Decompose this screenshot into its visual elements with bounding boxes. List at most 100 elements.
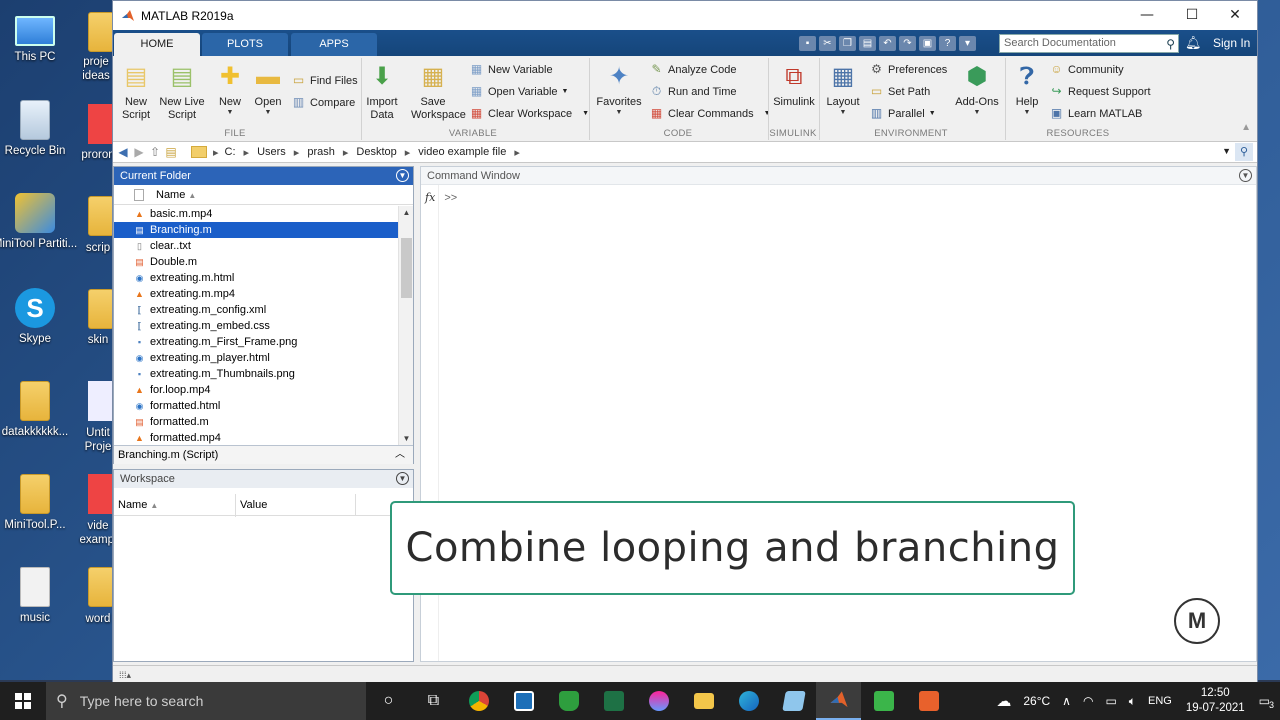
tab-apps[interactable]: APPS: [291, 33, 377, 56]
file-list-item[interactable]: ▪ extreating.m_Thumbnails.png: [114, 366, 398, 382]
file-list-item[interactable]: ▪ extreating.m_First_Frame.png: [114, 334, 398, 350]
chrome-file-icon[interactable]: [88, 104, 114, 144]
new-button[interactable]: ✚ New ▼: [213, 60, 247, 117]
file-list-item[interactable]: ▲ basic.m.mp4: [114, 206, 398, 222]
back-icon[interactable]: ◀: [115, 145, 131, 159]
volume-icon[interactable]: 🔈︎: [1123, 694, 1142, 709]
wifi-icon[interactable]: ◠: [1077, 694, 1099, 708]
taskbar-search-box[interactable]: ⚲ Type here to search: [46, 682, 366, 720]
start-button[interactable]: [0, 682, 46, 720]
chrome-file-icon[interactable]: [88, 474, 114, 514]
compare-button[interactable]: ▥ Compare: [291, 95, 355, 110]
panel-actions-icon[interactable]: ▼: [1239, 169, 1252, 182]
search-folder-icon[interactable]: ⚲: [1235, 143, 1253, 161]
clear-workspace-button[interactable]: ▦ Clear Workspace ▼: [469, 106, 589, 121]
quick-access-dropdown-icon[interactable]: ▾: [959, 36, 976, 51]
up-folder-icon[interactable]: ⇧: [147, 145, 163, 159]
path-segment[interactable]: Users: [257, 146, 286, 158]
paste-icon[interactable]: ▤: [859, 36, 876, 51]
folder-icon[interactable]: [88, 567, 114, 607]
community-button[interactable]: ☺ Community: [1049, 62, 1123, 77]
folder-icon[interactable]: [88, 12, 114, 52]
file-list-item[interactable]: ▲ formatted.mp4: [114, 430, 398, 445]
file-list-item[interactable]: ◉ extreating.m.html: [114, 270, 398, 286]
input-language[interactable]: ENG: [1142, 695, 1178, 707]
file-list-item[interactable]: ◉ formatted.html: [114, 398, 398, 414]
scroll-down-icon[interactable]: ▼: [399, 434, 414, 443]
search-documentation-input[interactable]: Search Documentation ⚲: [999, 34, 1179, 53]
add-ons-button[interactable]: ⬢ Add-Ons ▼: [953, 60, 1001, 117]
clear-commands-button[interactable]: ▦ Clear Commands ▼: [649, 106, 771, 121]
path-segment[interactable]: C:: [225, 146, 236, 158]
camtasia-orange-taskbar-icon[interactable]: [906, 682, 951, 720]
set-path-button[interactable]: ▭ Set Path: [869, 84, 930, 99]
parallel-button[interactable]: ▥ Parallel ▼: [869, 106, 936, 121]
excel-taskbar-icon[interactable]: [591, 682, 636, 720]
bell-icon[interactable]: 🔔︎: [1185, 35, 1202, 51]
open-button[interactable]: ▬ Open ▼: [251, 60, 285, 117]
file-list-item[interactable]: ⟦ extreating.m_embed.css: [114, 318, 398, 334]
file-details-bar[interactable]: Branching.m (Script) ︿: [114, 445, 413, 464]
simulink-button[interactable]: ⧉ Simulink: [773, 60, 815, 109]
import-data-button[interactable]: ⬇ Import Data: [365, 60, 399, 122]
cortana-icon[interactable]: ○: [366, 682, 411, 720]
close-button[interactable]: ✕: [1213, 1, 1257, 30]
scroll-up-icon[interactable]: ▲: [399, 208, 414, 217]
collapse-ribbon-icon[interactable]: ▲: [1241, 122, 1251, 133]
name-column-header[interactable]: Name ▲: [156, 185, 196, 206]
save-workspace-button[interactable]: ▦ Save Workspace: [403, 60, 466, 122]
undo-icon[interactable]: ↶: [879, 36, 896, 51]
cut-icon[interactable]: ✂: [819, 36, 836, 51]
scrollbar-thumb[interactable]: [401, 238, 412, 298]
value-column-header[interactable]: Value: [240, 494, 356, 516]
battery-icon[interactable]: ▭: [1099, 694, 1122, 708]
path-segment[interactable]: video example file: [418, 146, 506, 158]
file-list-item[interactable]: ▤ Branching.m: [114, 222, 398, 238]
desktop-icon-recycle-bin[interactable]: Recycle Bin: [0, 100, 80, 158]
function-browser-icon[interactable]: fx: [425, 191, 435, 204]
edge-taskbar-icon[interactable]: [726, 682, 771, 720]
file-explorer-taskbar-icon[interactable]: [681, 682, 726, 720]
desktop-icon-skype[interactable]: S Skype: [0, 288, 80, 346]
save-icon[interactable]: ▪: [799, 36, 816, 51]
matlab-taskbar-icon[interactable]: [816, 682, 861, 720]
find-files-button[interactable]: ▭ Find Files: [291, 73, 358, 88]
workspace-header[interactable]: Workspace ▼: [114, 470, 413, 488]
name-column-header[interactable]: Name ▲: [118, 494, 236, 517]
layout-button[interactable]: ▦ Layout ▼: [823, 60, 863, 117]
desktop-icon-minitool-p[interactable]: MiniTool.P...: [0, 474, 80, 532]
redo-icon[interactable]: ↷: [899, 36, 916, 51]
clock[interactable]: 12:50 19-07-2021: [1178, 686, 1253, 716]
request-support-button[interactable]: ↪ Request Support: [1049, 84, 1150, 99]
copy-icon[interactable]: ❐: [839, 36, 856, 51]
open-variable-button[interactable]: ▦ Open Variable ▼: [469, 84, 569, 99]
new-live-script-button[interactable]: ▤ New Live Script: [157, 60, 207, 122]
file-list-item[interactable]: ▤ formatted.m: [114, 414, 398, 430]
show-hidden-icons-chevron-icon[interactable]: ∧: [1056, 694, 1077, 708]
camtasia-green-taskbar-icon[interactable]: [861, 682, 906, 720]
command-window-header[interactable]: Command Window ▼: [421, 167, 1256, 185]
run-and-time-button[interactable]: ⏱ Run and Time: [649, 84, 737, 99]
file-list-item[interactable]: ▤ Double.m: [114, 254, 398, 270]
new-script-button[interactable]: ▤ New Script: [117, 60, 155, 122]
maximize-button[interactable]: ☐: [1170, 1, 1214, 30]
learn-matlab-button[interactable]: ▣ Learn MATLAB: [1049, 106, 1143, 121]
panel-actions-icon[interactable]: ▼: [396, 472, 409, 485]
path-segment[interactable]: prash: [307, 146, 335, 158]
favorites-button[interactable]: ✦ Favorites ▼: [595, 60, 643, 117]
panel-actions-icon[interactable]: ▼: [396, 169, 409, 182]
desktop-icon-minitool[interactable]: MiniTool Partiti...: [0, 193, 80, 251]
command-prompt[interactable]: fx >>: [425, 191, 457, 204]
collapse-details-icon[interactable]: ︿: [395, 446, 405, 464]
title-bar[interactable]: MATLAB R2019a — ☐ ✕: [113, 1, 1257, 30]
app-taskbar-icon[interactable]: [501, 682, 546, 720]
file-list-item[interactable]: ⟦ extreating.m_config.xml: [114, 302, 398, 318]
minimize-button[interactable]: —: [1125, 1, 1169, 30]
folder-icon[interactable]: [88, 289, 114, 329]
tab-plots[interactable]: PLOTS: [202, 33, 288, 56]
desktop-icon-this-pc[interactable]: This PC: [0, 10, 80, 64]
file-list-scrollbar[interactable]: ▲ ▼: [398, 206, 413, 445]
desktop-icon-music[interactable]: music: [0, 567, 80, 625]
path-dropdown-icon[interactable]: ▼: [1222, 146, 1231, 156]
switch-windows-icon[interactable]: ▣: [919, 36, 936, 51]
